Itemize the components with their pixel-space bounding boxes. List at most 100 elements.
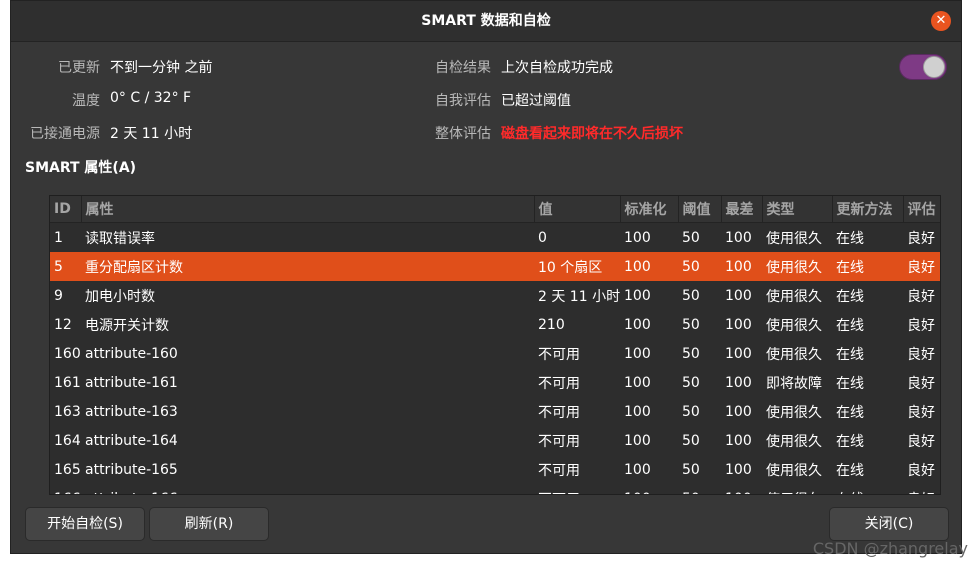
table-header-row: ID 属性 值 标准化 阈值 最差 类型 更新方法 评估 — [50, 196, 940, 223]
header-id[interactable]: ID — [50, 196, 82, 223]
cell-worst: 100 — [725, 316, 752, 333]
smart-attributes-table[interactable]: ID 属性 值 标准化 阈值 最差 类型 更新方法 评估 1 读取错误率 0 100 5… — [49, 195, 941, 495]
cell-value: 不可用 — [538, 404, 580, 421]
cell-assessment: 良好 — [903, 252, 940, 281]
cell-assessment: 良好 — [907, 317, 935, 334]
smart-enable-toggle[interactable] — [899, 54, 947, 80]
start-selftest-button[interactable]: 开始自检(S) — [25, 507, 145, 541]
table-row[interactable]: 9 加电小时数 2 天 11 小时 100 50 100 使用很久 在线 良好 — [50, 281, 940, 310]
table-row[interactable]: 5 重分配扇区计数 10 个扇区 100 50 100 使用很久 在线 良好 — [50, 252, 940, 281]
cell-threshold: 50 — [682, 432, 700, 449]
cell-value: 不可用 — [534, 484, 620, 495]
header-worst[interactable]: 最差 — [721, 196, 763, 223]
cell-id: 1 — [54, 229, 63, 246]
cell-type: 使用很久 — [766, 404, 822, 421]
cell-threshold: 50 — [682, 345, 700, 362]
cell-threshold: 50 — [682, 374, 700, 391]
cell-update-method: 在线 — [836, 346, 864, 363]
refresh-button[interactable]: 刷新(R) — [149, 507, 269, 541]
header-assessment[interactable]: 评估 — [903, 196, 940, 223]
cell-threshold: 50 — [678, 252, 721, 281]
cell-value: 不可用 — [538, 346, 580, 363]
header-update-method[interactable]: 更新方法 — [832, 196, 904, 223]
cell-value: 不可用 — [538, 462, 580, 479]
table-row[interactable]: 166attribute-166不可用10050100使用很久在线良好 — [50, 484, 940, 495]
cell-attribute: 读取错误率 — [85, 230, 155, 247]
cell-id: 9 — [54, 287, 63, 304]
cell-attribute: 电源开关计数 — [85, 317, 169, 334]
cell-attribute: attribute-164 — [85, 432, 178, 449]
toggle-knob — [923, 56, 945, 78]
cell-normalized: 100 — [624, 374, 651, 391]
cell-type: 使用很久 — [766, 346, 822, 363]
header-normalized[interactable]: 标准化 — [620, 196, 679, 223]
cell-worst: 100 — [721, 252, 762, 281]
cell-attribute: attribute-165 — [85, 461, 178, 478]
cell-normalized: 100 — [624, 287, 651, 304]
header-threshold[interactable]: 阈值 — [678, 196, 722, 223]
cell-assessment: 良好 — [907, 433, 935, 450]
cell-update-method: 在线 — [836, 230, 864, 247]
cell-type: 使用很久 — [766, 317, 822, 334]
cell-worst: 100 — [725, 229, 752, 246]
cell-threshold: 50 — [682, 316, 700, 333]
cell-value: 不可用 — [538, 433, 580, 450]
cell-id: 160 — [54, 345, 81, 362]
close-button[interactable]: 关闭(C) — [829, 507, 949, 541]
cell-value: 0 — [538, 229, 547, 246]
cell-update-method: 在线 — [832, 252, 903, 281]
cell-normalized: 100 — [624, 316, 651, 333]
cell-type: 使用很久 — [762, 484, 832, 495]
cell-type: 使用很久 — [766, 462, 822, 479]
cell-type: 使用很久 — [766, 433, 822, 450]
header-type[interactable]: 类型 — [762, 196, 833, 223]
cell-id: 164 — [54, 432, 81, 449]
window-title: SMART 数据和自检 — [421, 13, 551, 29]
cell-attribute: attribute-160 — [85, 345, 178, 362]
cell-type: 使用很久 — [766, 230, 822, 247]
cell-threshold: 50 — [682, 461, 700, 478]
cell-worst: 100 — [725, 345, 752, 362]
cell-normalized: 100 — [624, 432, 651, 449]
updated-value: 不到一分钟 之前 — [110, 60, 213, 76]
cell-worst: 100 — [725, 403, 752, 420]
header-value[interactable]: 值 — [534, 196, 621, 223]
table-row[interactable]: 12 电源开关计数 210 100 50 100 使用很久 在线 良好 — [50, 310, 940, 339]
cell-normalized: 100 — [624, 345, 651, 362]
table-row[interactable]: 164 attribute-164 不可用 100 50 100 使用很久 在线 良好 — [50, 426, 940, 455]
cell-worst: 100 — [725, 432, 752, 449]
cell-assessment: 良好 — [907, 288, 935, 305]
cell-assessment: 良好 — [907, 404, 935, 421]
header-attribute[interactable]: 属性 — [81, 196, 535, 223]
smart-attributes-title: SMART 属性(A) — [25, 160, 137, 176]
table-row[interactable]: 163 attribute-163 不可用 100 50 100 使用很久 在线 良好 — [50, 397, 940, 426]
temperature-label: 温度 — [72, 93, 100, 109]
powered-on-value: 2 天 11 小时 — [110, 126, 193, 142]
cell-assessment: 良好 — [907, 230, 935, 247]
selftest-result-value: 上次自检成功完成 — [501, 60, 613, 76]
cell-attribute: attribute-161 — [85, 374, 178, 391]
cell-assessment: 良好 — [907, 375, 935, 392]
cell-id: 165 — [54, 461, 81, 478]
cell-worst: 100 — [725, 461, 752, 478]
cell-value: 2 天 11 小时 — [538, 288, 620, 305]
cell-worst: 100 — [721, 484, 762, 495]
table-row[interactable]: 160 attribute-160 不可用 100 50 100 使用很久 在线 良好 — [50, 339, 940, 368]
cell-threshold: 50 — [682, 403, 700, 420]
smart-dialog: SMART 数据和自检 ✕ 已更新 不到一分钟 之前 温度 0° C / 32°… — [10, 0, 962, 554]
cell-value: 不可用 — [538, 375, 580, 392]
close-window-button[interactable]: ✕ — [931, 11, 951, 31]
cell-normalized: 100 — [624, 229, 651, 246]
cell-update-method: 在线 — [836, 433, 864, 450]
self-assessment-value: 已超过阈值 — [501, 93, 571, 109]
overall-assessment-label: 整体评估 — [435, 126, 491, 142]
cell-id: 166 — [50, 484, 81, 495]
selftest-result-label: 自检结果 — [435, 60, 491, 76]
table-row[interactable]: 161 attribute-161 不可用 100 50 100 即将故障 在线 良好 — [50, 368, 940, 397]
cell-normalized: 100 — [624, 403, 651, 420]
cell-update-method: 在线 — [836, 317, 864, 334]
table-row[interactable]: 165 attribute-165 不可用 100 50 100 使用很久 在线 良好 — [50, 455, 940, 484]
table-row[interactable]: 1 读取错误率 0 100 50 100 使用很久 在线 良好 — [50, 223, 940, 253]
cell-id: 161 — [54, 374, 81, 391]
cell-value: 10 个扇区 — [534, 252, 620, 281]
